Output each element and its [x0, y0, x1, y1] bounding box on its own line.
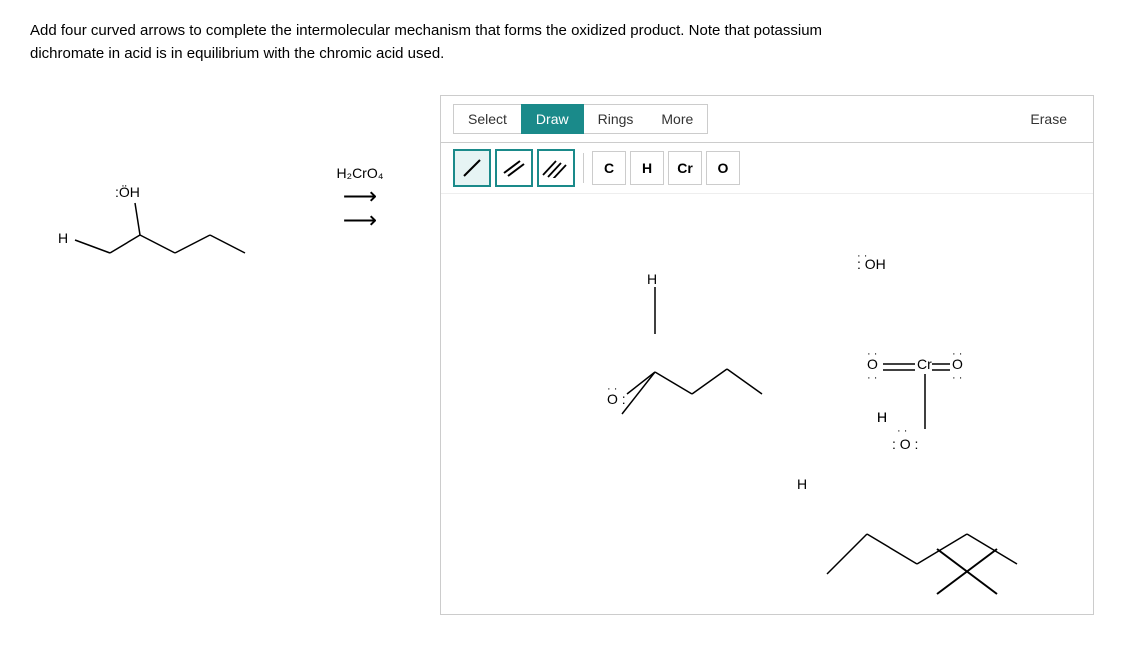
rings-button[interactable]: Rings [584, 104, 648, 134]
atom-O-button[interactable]: O [706, 151, 740, 185]
O-right-dots-below: · · [952, 372, 962, 384]
OH-dots: · · [857, 250, 867, 262]
svg-text::ÖH: :ÖH [115, 183, 140, 200]
O-lone-dots-above: · · [607, 383, 617, 395]
question-text: Add four curved arrows to complete the i… [30, 20, 930, 65]
atom-H-button[interactable]: H [630, 151, 664, 185]
reagent-label: H₂CrO₄ [337, 165, 384, 181]
O-bottom-label: : O : [892, 436, 918, 452]
atom-Cr-button[interactable]: Cr [668, 151, 702, 185]
svg-text:H: H [58, 230, 68, 246]
reaction-arrow: ⟶ [343, 185, 377, 209]
O-left-dots-above: · · [867, 348, 877, 360]
canvas-area[interactable]: H O : · · : OH · · Cr [441, 194, 1093, 614]
main-area: H :ÖH H₂CrO₄ ⟶ ⟶ Select Dra [30, 95, 1094, 615]
more-button[interactable]: More [647, 104, 708, 134]
O-right-dots-above: · · [952, 348, 962, 360]
triple-bond-button[interactable] [537, 149, 575, 187]
separator [583, 153, 584, 183]
arrow-area: H₂CrO₄ ⟶ ⟶ [300, 155, 420, 233]
toolbar: Select Draw Rings More Erase [441, 96, 1093, 143]
O-left-dots-below: · · [867, 372, 877, 384]
single-bond-button[interactable] [453, 149, 491, 187]
draw-subbar: C H Cr O [441, 143, 1093, 194]
atom-C-button[interactable]: C [592, 151, 626, 185]
bottom-O-dots: · · [897, 425, 907, 437]
H-lower-label: H [797, 476, 807, 492]
double-bond-button[interactable] [495, 149, 533, 187]
Cr-label: Cr [917, 356, 932, 372]
erase-button[interactable]: Erase [1016, 105, 1081, 133]
left-molecule: H :ÖH [30, 135, 280, 340]
draw-button[interactable]: Draw [521, 104, 584, 134]
draw-panel: Select Draw Rings More Erase [440, 95, 1094, 615]
H-near-O-label: H [877, 409, 887, 425]
select-button[interactable]: Select [453, 104, 521, 134]
H-label-top: H [647, 271, 657, 287]
